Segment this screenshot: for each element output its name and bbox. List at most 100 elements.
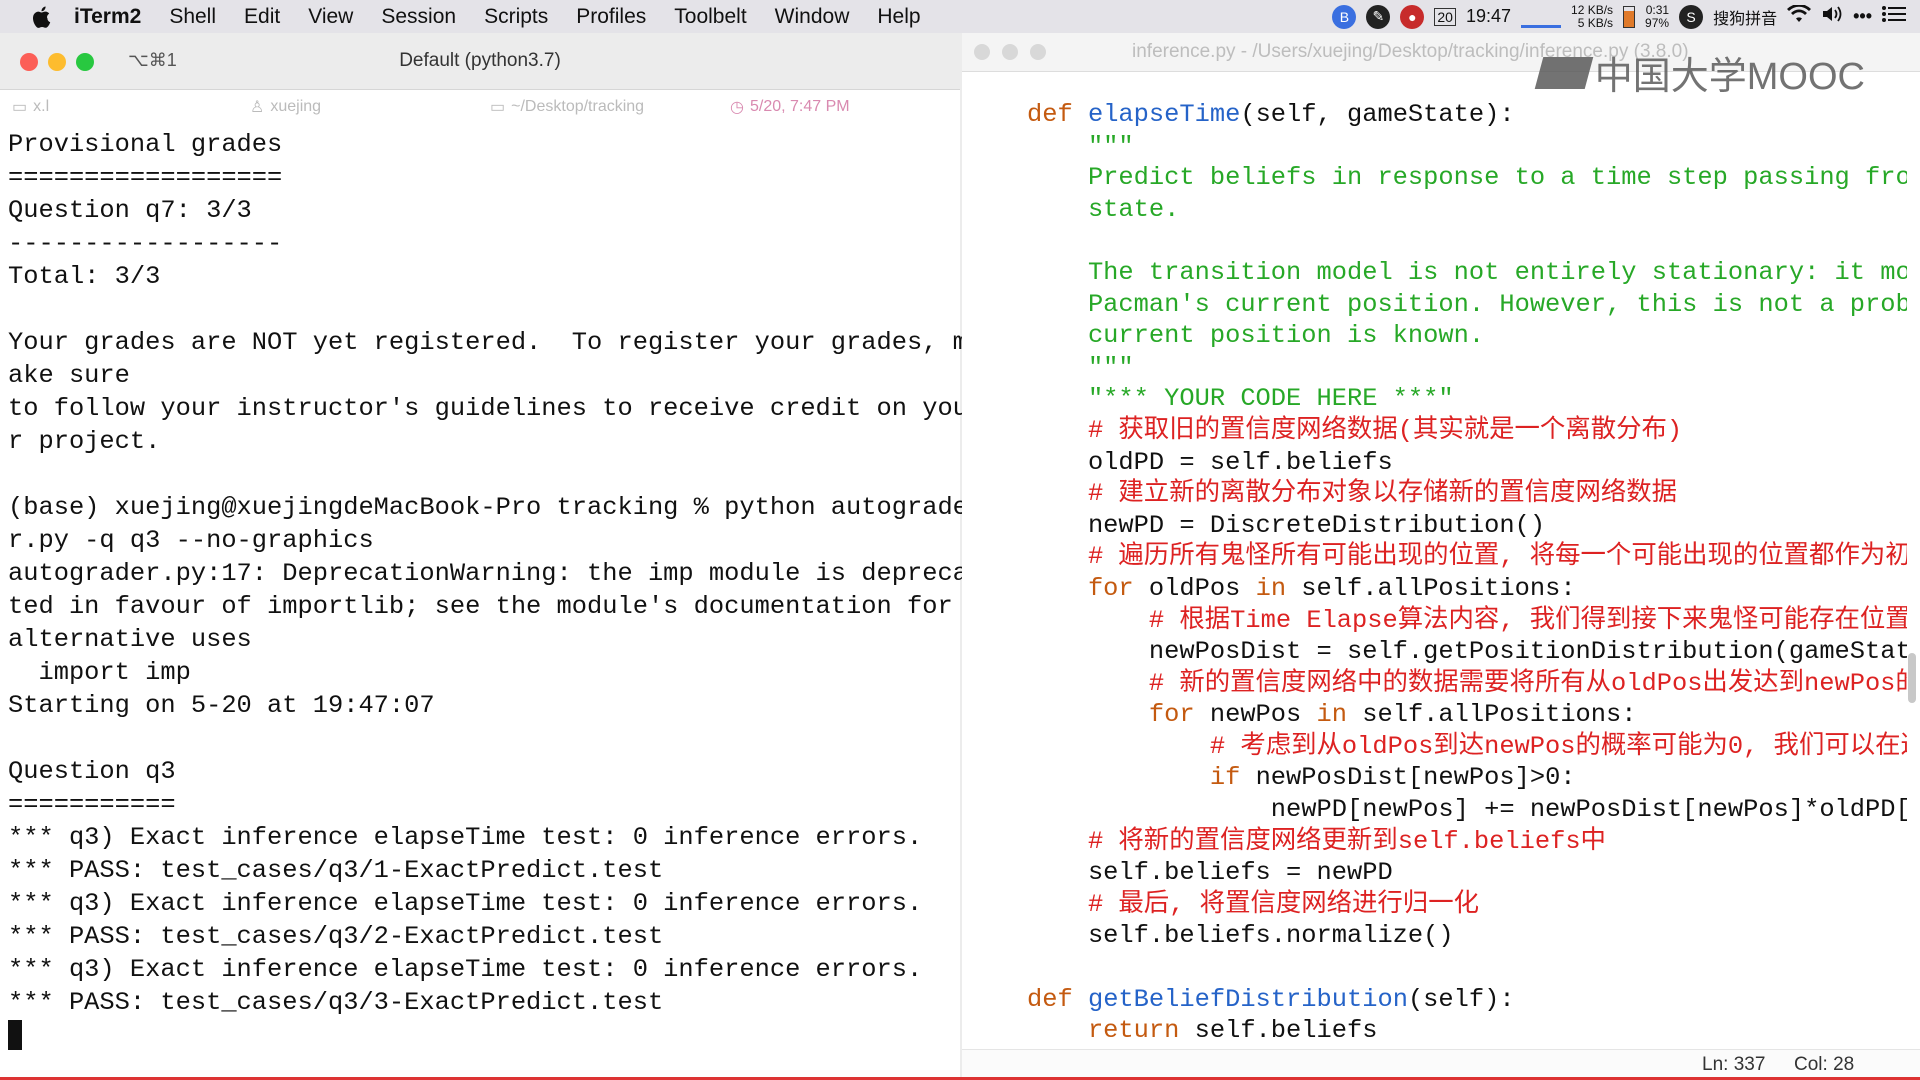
battery-icon[interactable] — [1623, 5, 1636, 28]
input-method-label[interactable]: 搜狗拼音 — [1713, 5, 1777, 29]
code-token: for — [1027, 573, 1149, 603]
network-speed[interactable]: 12 KB/s 5 KB/s — [1571, 2, 1614, 30]
clock-time[interactable]: 19:47 — [1466, 6, 1511, 27]
code-token: for — [1027, 700, 1210, 730]
calendar-date-badge[interactable]: 20 — [1434, 7, 1456, 26]
terminal-line: Total: 3/3 — [8, 262, 161, 291]
net-down: 5 KB/s — [1577, 15, 1614, 30]
code-token: self.beliefs.normalize() — [1027, 921, 1454, 951]
code-line: """ — [1027, 131, 1907, 163]
user-label: xuejing — [270, 98, 322, 115]
line-number: Ln: 337 — [1702, 1054, 1766, 1075]
code-token: newPosDist[newPos]>0: — [1255, 763, 1576, 793]
code-line: newPosDist = self.getPositionDistributio… — [1027, 636, 1907, 668]
column-number: Col: 28 — [1794, 1054, 1855, 1075]
more-icon[interactable]: ••• — [1853, 6, 1872, 27]
code-line: def getBeliefDistribution(self): — [1027, 984, 1907, 1016]
menu-scripts[interactable]: Scripts — [484, 5, 548, 29]
terminal-titlebar[interactable]: ⌥⌘1 Default (python3.7) — [0, 33, 960, 90]
editor-zoom-button[interactable] — [1030, 44, 1046, 60]
status-host: ▭ x.l — [12, 97, 49, 117]
monitor-icon: ▭ — [12, 99, 28, 116]
folder-icon: ▭ — [490, 99, 506, 116]
time-label: 5/20, 7:47 PM — [749, 98, 850, 115]
code-line: current position is known. — [1027, 320, 1907, 352]
menu-toolbelt[interactable]: Toolbelt — [674, 5, 746, 29]
terminal-line: Your grades are NOT yet registered. To r… — [8, 328, 968, 357]
editor-titlebar[interactable]: inference.py - /Users/xuejing/Desktop/tr… — [962, 33, 1920, 98]
terminal-line: Provisional grades — [8, 130, 283, 159]
menu-window[interactable]: Window — [775, 5, 850, 29]
code-token: oldPos — [1148, 573, 1256, 603]
code-token: self.beliefs — [1194, 1016, 1378, 1046]
system-monitor-icon[interactable] — [1521, 5, 1562, 28]
code-line: oldPD = self.beliefs — [1027, 447, 1907, 479]
terminal-line: r.py -q q3 --no-graphics — [8, 526, 374, 555]
terminal-line: *** PASS: test_cases/q3/2-ExactPredict.t… — [8, 922, 664, 951]
code-token: elapseTime — [1087, 100, 1241, 129]
menu-help[interactable]: Help — [877, 5, 920, 29]
recorder-icon[interactable]: ● — [1400, 4, 1425, 29]
menu-extras: B ✎ ● 20 19:47 12 KB/s 5 KB/s 0:31 97% S… — [1332, 0, 1906, 33]
terminal-line: *** q3) Exact inference elapseTime test:… — [8, 823, 923, 852]
code-token: (self): — [1407, 984, 1515, 1014]
code-token: def — [1027, 100, 1088, 129]
menu-edit[interactable]: Edit — [244, 5, 280, 29]
terminal-output[interactable]: Provisional grades ================== Ques… — [0, 124, 968, 1052]
code-token: The transition model is not entirely sta… — [1027, 257, 1907, 287]
code-line: "*** YOUR CODE HERE ***" — [1027, 383, 1907, 415]
menu-view[interactable]: View — [308, 5, 353, 29]
notification-center-icon[interactable] — [1882, 5, 1906, 28]
code-token: (self, gameState): — [1240, 100, 1515, 129]
terminal-line: *** PASS: test_cases/q3/3-ExactPredict.t… — [8, 988, 664, 1017]
code-area[interactable]: def elapseTime(self, gameState): """ Pre… — [1027, 99, 1907, 1059]
volume-icon[interactable] — [1821, 5, 1843, 28]
code-line: The transition model is not entirely sta… — [1027, 257, 1907, 289]
watermark-text: 中国大学MOOC — [1594, 56, 1865, 98]
editor-close-button[interactable] — [974, 44, 990, 60]
code-line: # 考虑到从oldPos到达newPos的概率可能为0, 我们可以在这 — [1027, 731, 1907, 763]
wifi-icon[interactable] — [1787, 3, 1812, 29]
code-token: current position is known. — [1027, 321, 1485, 351]
code-token: def — [1027, 984, 1088, 1014]
code-token: # 遍历所有鬼怪所有可能出现的位置, 将每一个可能出现的位置都作为初始 — [1027, 542, 1907, 572]
menu-shell[interactable]: Shell — [169, 5, 216, 29]
code-token: in — [1255, 573, 1302, 603]
code-line: # 新的置信度网络中的数据需要将所有从oldPos出发达到newPos的 — [1027, 668, 1907, 700]
code-token: newPD[newPos] += newPosDist[newPos]*oldP… — [1027, 795, 1907, 825]
editor-scrollbar[interactable] — [1908, 653, 1916, 703]
status-user: ♙ xuejing — [250, 97, 321, 117]
terminal-line: Question q7: 3/3 — [8, 196, 252, 225]
code-token: newPosDist = self.getPositionDistributio… — [1027, 637, 1907, 667]
battery-status[interactable]: 0:31 97% — [1645, 2, 1670, 30]
code-token: """ — [1027, 131, 1134, 161]
input-method-icon[interactable]: S — [1679, 4, 1704, 29]
editor-minimize-button[interactable] — [1002, 44, 1018, 60]
bluetooth-icon[interactable]: B — [1332, 4, 1357, 29]
status-time: ◷ 5/20, 7:47 PM — [730, 97, 850, 117]
menu-session[interactable]: Session — [381, 5, 456, 29]
dir-label: ~/Desktop/tracking — [511, 98, 645, 115]
apple-logo-icon[interactable] — [28, 3, 56, 31]
code-token: # 获取旧的置信度网络数据(其实就是一个离散分布) — [1027, 415, 1683, 445]
net-up: 12 KB/s — [1571, 2, 1614, 17]
menu-app-name[interactable]: iTerm2 — [74, 5, 141, 29]
code-line: # 建立新的离散分布对象以存储新的置信度网络数据 — [1027, 478, 1907, 510]
battery-time: 0:31 — [1645, 2, 1670, 17]
terminal-line: to follow your instructor's guidelines t… — [8, 394, 968, 423]
code-token: # 新的置信度网络中的数据需要将所有从oldPos出发达到newPos的 — [1027, 668, 1907, 698]
code-line: """ — [1027, 352, 1907, 384]
code-line: newPD = DiscreteDistribution() — [1027, 510, 1907, 542]
code-token: in — [1316, 700, 1363, 730]
terminal-title: Default (python3.7) — [399, 50, 561, 71]
status-dir: ▭ ~/Desktop/tracking — [490, 97, 644, 117]
menu-profiles[interactable]: Profiles — [576, 5, 646, 29]
terminal-status-bar: ▭ x.l ♙ xuejing ▭ ~/Desktop/tracking ◷ 5… — [0, 90, 960, 124]
terminal-line: (base) xuejing@xuejingdeMacBook-Pro trac… — [8, 493, 968, 522]
code-line: # 将新的置信度网络更新到self.beliefs中 — [1027, 826, 1907, 858]
app-status-icon[interactable]: ✎ — [1366, 4, 1391, 29]
code-line: if newPosDist[newPos]>0: — [1027, 762, 1907, 794]
code-token: if — [1027, 763, 1256, 793]
